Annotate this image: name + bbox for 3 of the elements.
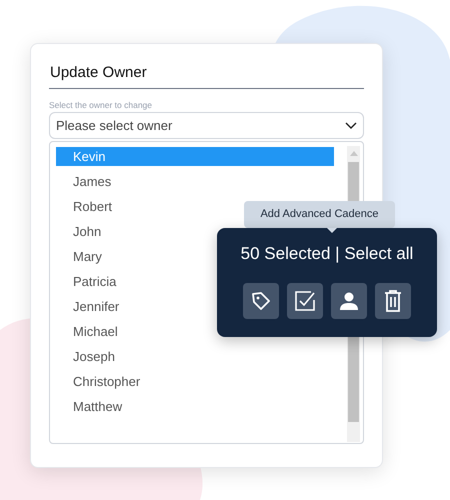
tooltip: Add Advanced Cadence [244,201,395,228]
dialog-title: Update Owner [49,64,364,89]
field-label: Select the owner to change [49,100,154,110]
